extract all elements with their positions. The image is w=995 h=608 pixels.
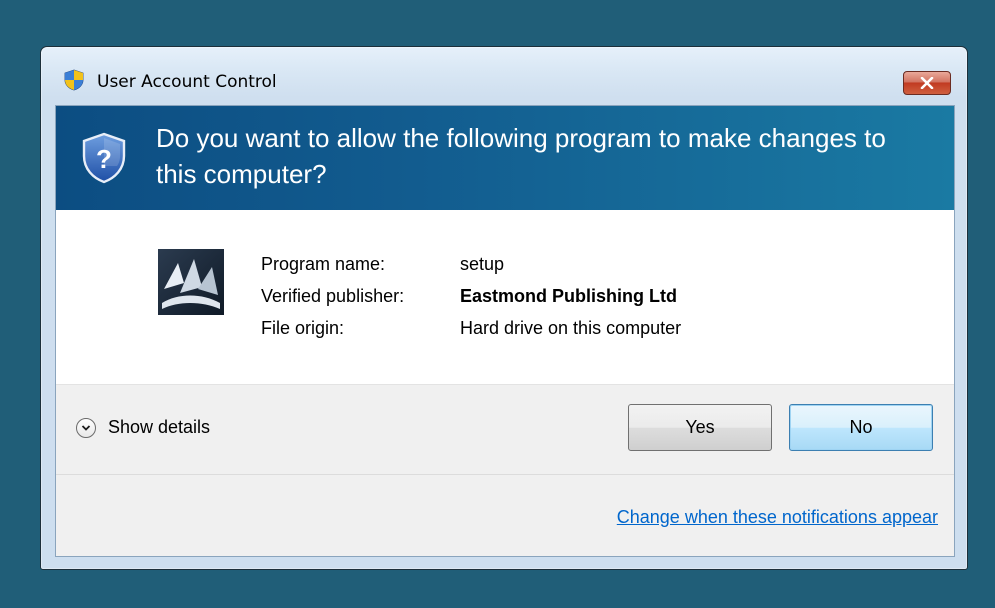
uac-question-shield-icon: ? bbox=[82, 132, 126, 184]
program-info: Program name: setup Verified publisher: … bbox=[261, 248, 681, 344]
change-notifications-link[interactable]: Change when these notifications appear bbox=[617, 507, 938, 528]
publisher-row: Verified publisher: Eastmond Publishing … bbox=[261, 280, 681, 312]
prompt-banner: ? Do you want to allow the following pro… bbox=[56, 106, 954, 210]
dialog-content: ? Do you want to allow the following pro… bbox=[55, 105, 955, 557]
program-name-value: setup bbox=[460, 253, 505, 274]
file-origin-row: File origin: Hard drive on this computer bbox=[261, 312, 681, 344]
window-title: User Account Control bbox=[97, 72, 277, 92]
action-area: Show details Yes No Change when these no… bbox=[56, 385, 954, 556]
uac-shield-icon bbox=[64, 69, 84, 91]
show-details-toggle[interactable]: Show details bbox=[76, 417, 210, 438]
svg-text:?: ? bbox=[96, 144, 112, 174]
close-button[interactable] bbox=[903, 71, 951, 95]
prompt-question: Do you want to allow the following progr… bbox=[156, 123, 886, 189]
program-icon bbox=[158, 249, 224, 315]
yes-button[interactable]: Yes bbox=[628, 404, 772, 451]
divider bbox=[56, 474, 954, 475]
chevron-down-icon[interactable] bbox=[76, 417, 96, 438]
uac-dialog: User Account Control ? Do you want to al… bbox=[40, 46, 968, 570]
program-name-row: Program name: setup bbox=[261, 248, 681, 280]
publisher-value: Eastmond Publishing Ltd bbox=[460, 285, 677, 306]
title-bar[interactable]: User Account Control bbox=[41, 47, 967, 103]
publisher-label: Verified publisher: bbox=[261, 285, 405, 306]
file-origin-label: File origin: bbox=[261, 317, 345, 338]
show-details-label[interactable]: Show details bbox=[108, 417, 210, 438]
no-button[interactable]: No bbox=[789, 404, 933, 451]
program-name-label: Program name: bbox=[261, 253, 386, 274]
close-icon bbox=[920, 77, 934, 89]
file-origin-value: Hard drive on this computer bbox=[460, 317, 682, 338]
